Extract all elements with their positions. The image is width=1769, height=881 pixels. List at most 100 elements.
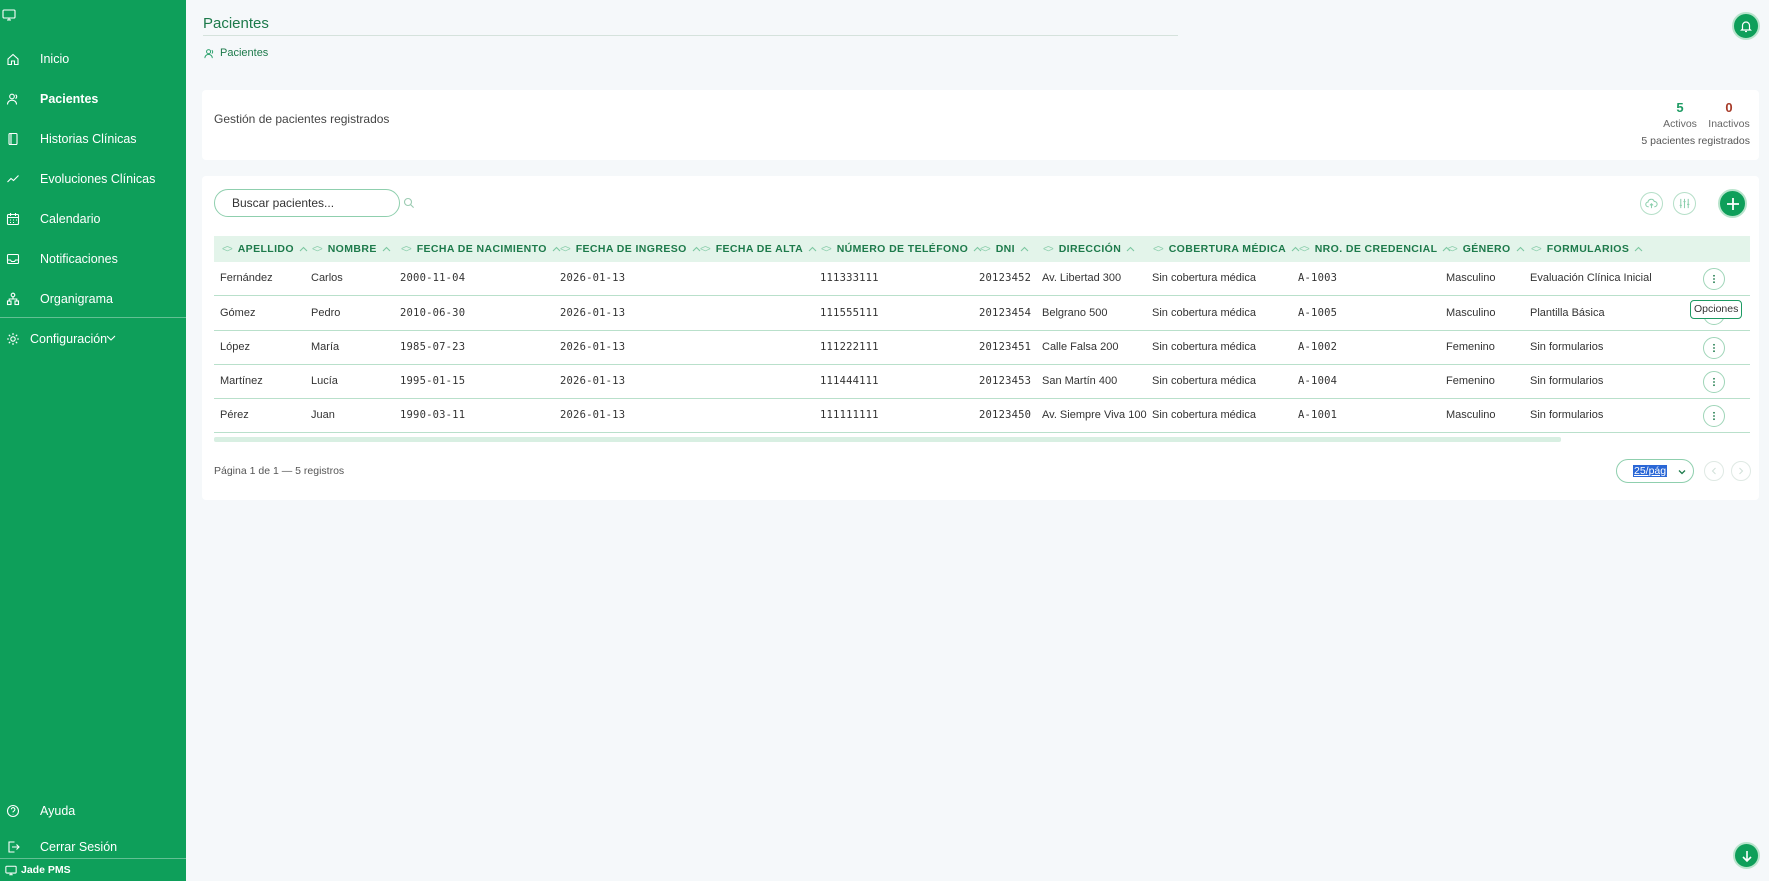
- chevron-up-icon[interactable]: [1126, 246, 1135, 252]
- column-header-label: DNI: [995, 243, 1015, 255]
- home-icon: [7, 53, 19, 66]
- chevron-up-icon[interactable]: [382, 246, 391, 252]
- cell-cobertura: Sin cobertura médica: [1152, 409, 1256, 421]
- cell-nombre: Pedro: [311, 307, 341, 319]
- sidebar-item-ayuda[interactable]: Ayuda: [0, 796, 186, 826]
- chevron-up-icon[interactable]: [808, 246, 817, 252]
- cell-apellido: Pérez: [220, 409, 249, 421]
- cell-apellido: Fernández: [220, 272, 273, 284]
- column-header-fecha-nacimiento[interactable]: <> FECHA DE NACIMIENTO: [401, 236, 561, 262]
- drag-handle-icon[interactable]: <>: [1447, 244, 1458, 255]
- sidebar-item-configuracion[interactable]: Configuración: [0, 325, 186, 353]
- drag-handle-icon[interactable]: <>: [700, 244, 711, 255]
- cell-credencial: A-1001: [1298, 409, 1338, 421]
- row-options-button[interactable]: [1703, 371, 1725, 393]
- drag-handle-icon[interactable]: <>: [401, 244, 412, 255]
- row-options-button[interactable]: [1703, 337, 1725, 359]
- notifications-button[interactable]: [1732, 12, 1760, 40]
- column-header-label: GÉNERO: [1462, 243, 1511, 255]
- calendar-icon: [6, 213, 20, 226]
- breadcrumb[interactable]: Pacientes: [204, 47, 268, 59]
- drag-handle-icon[interactable]: <>: [1531, 244, 1542, 255]
- column-header-direccion[interactable]: <> DIRECCIÓN: [1043, 236, 1135, 262]
- sidebar-item-label: Notificaciones: [40, 252, 118, 266]
- drag-handle-icon[interactable]: <>: [560, 244, 571, 255]
- column-header-fecha-ingreso[interactable]: <> FECHA DE INGRESO: [560, 236, 701, 262]
- filter-button[interactable]: [1673, 192, 1696, 215]
- table-row[interactable]: Pérez Juan 1990-03-11 2026-01-13 111111111 20…: [214, 399, 1750, 433]
- book-icon: [8, 132, 18, 146]
- sidebar-divider: [0, 317, 186, 318]
- monitor-icon: [2, 9, 16, 21]
- table-row[interactable]: Fernández Carlos 2000-11-04 2026-01-13 11133…: [214, 262, 1750, 296]
- prev-page-button[interactable]: [1704, 461, 1724, 481]
- more-vertical-icon: [1713, 411, 1715, 421]
- chevron-up-icon[interactable]: [1020, 246, 1029, 252]
- sidebar-item-calendario[interactable]: Calendario: [0, 204, 186, 234]
- chevron-up-icon[interactable]: [1634, 246, 1643, 252]
- column-header-label: FECHA DE ALTA: [715, 243, 804, 255]
- cell-dni: 20123454: [979, 307, 1032, 319]
- search-icon[interactable]: [403, 197, 415, 209]
- bell-icon: [1740, 21, 1752, 33]
- cell-genero: Femenino: [1446, 375, 1495, 387]
- chevron-up-icon[interactable]: [1516, 246, 1525, 252]
- column-header-cobertura[interactable]: <> COBERTURA MÉDICA: [1153, 236, 1300, 262]
- row-options-button[interactable]: [1703, 405, 1725, 427]
- options-tooltip: Opciones: [1690, 300, 1743, 319]
- breadcrumb-item-pacientes[interactable]: Pacientes: [220, 47, 268, 59]
- row-options-button[interactable]: [1703, 268, 1725, 290]
- column-header-label: FECHA DE NACIMIENTO: [416, 243, 547, 255]
- sidebar-item-label: Evoluciones Clínicas: [40, 172, 156, 186]
- drag-handle-icon[interactable]: <>: [1153, 244, 1164, 255]
- upload-button[interactable]: [1640, 192, 1663, 215]
- drag-handle-icon[interactable]: <>: [821, 244, 832, 255]
- sidebar-item-label: Historias Clínicas: [40, 132, 137, 146]
- cell-fecha-ingreso: 2026-01-13: [560, 375, 626, 387]
- sidebar-item-organigrama[interactable]: Organigrama: [0, 284, 186, 314]
- cell-credencial: A-1005: [1298, 307, 1338, 319]
- more-vertical-icon: [1713, 343, 1715, 353]
- sidebar-footer: Jade PMS: [0, 858, 186, 881]
- sidebar-item-label: Calendario: [40, 212, 101, 226]
- column-header-fecha-alta[interactable]: <> FECHA DE ALTA: [700, 236, 817, 262]
- column-header-apellido[interactable]: <> APELLIDO: [222, 236, 308, 262]
- per-page-value: 25/pág: [1633, 465, 1668, 477]
- column-header-credencial[interactable]: <> NRO. DE CREDENCIAL: [1299, 236, 1451, 262]
- sidebar-item-evoluciones-clínicas[interactable]: Evoluciones Clínicas: [0, 164, 186, 194]
- cell-nombre: María: [311, 341, 340, 353]
- users-icon: [204, 48, 214, 58]
- horizontal-scrollbar[interactable]: [214, 437, 1561, 442]
- drag-handle-icon[interactable]: <>: [980, 244, 991, 255]
- column-header-dni[interactable]: <> DNI: [980, 236, 1029, 262]
- next-page-button[interactable]: [1731, 461, 1751, 481]
- scroll-down-button[interactable]: [1733, 842, 1760, 869]
- sidebar-item-notificaciones[interactable]: Notificaciones: [0, 244, 186, 274]
- inactive-count: 0: [1725, 100, 1733, 115]
- column-header-nombre[interactable]: <> NOMBRE: [312, 236, 391, 262]
- drag-handle-icon[interactable]: <>: [1043, 244, 1054, 255]
- sidebar-item-historias-clínicas[interactable]: Historias Clínicas: [0, 124, 186, 154]
- cell-apellido: Gómez: [220, 307, 256, 319]
- column-header-telefono[interactable]: <> NÚMERO DE TELÉFONO: [821, 236, 982, 262]
- table-row[interactable]: Gómez Pedro 2010-06-30 2026-01-13 111555111 2…: [214, 297, 1750, 331]
- per-page-select[interactable]: 25/pág: [1616, 459, 1694, 483]
- search-input[interactable]: [214, 189, 400, 217]
- cell-genero: Masculino: [1446, 307, 1496, 319]
- chevron-down-icon: [1678, 470, 1686, 475]
- patients-table-card: <>APELLIDO<>NOMBRE<>FECHA DE NACIMIENTO<…: [202, 176, 1759, 500]
- cell-fecha-nacimiento: 1990-03-11: [400, 409, 466, 421]
- column-header-formularios[interactable]: <> FORMULARIOS: [1531, 236, 1643, 262]
- drag-handle-icon[interactable]: <>: [312, 244, 323, 255]
- cell-direccion: Calle Falsa 200: [1042, 341, 1119, 353]
- table-row[interactable]: López María 1985-07-23 2026-01-13 111222111 2…: [214, 331, 1750, 365]
- add-patient-button[interactable]: [1718, 189, 1747, 218]
- sidebar-item-pacientes[interactable]: Pacientes: [0, 84, 186, 114]
- drag-handle-icon[interactable]: <>: [1299, 244, 1310, 255]
- sidebar-item-inicio[interactable]: Inicio: [0, 44, 186, 74]
- table-row[interactable]: Martínez Lucía 1995-01-15 2026-01-13 1114441…: [214, 365, 1750, 399]
- drag-handle-icon[interactable]: <>: [222, 244, 233, 255]
- chevron-up-icon[interactable]: [299, 246, 308, 252]
- column-header-label: FORMULARIOS: [1546, 243, 1630, 255]
- column-header-genero[interactable]: <> GÉNERO: [1447, 236, 1525, 262]
